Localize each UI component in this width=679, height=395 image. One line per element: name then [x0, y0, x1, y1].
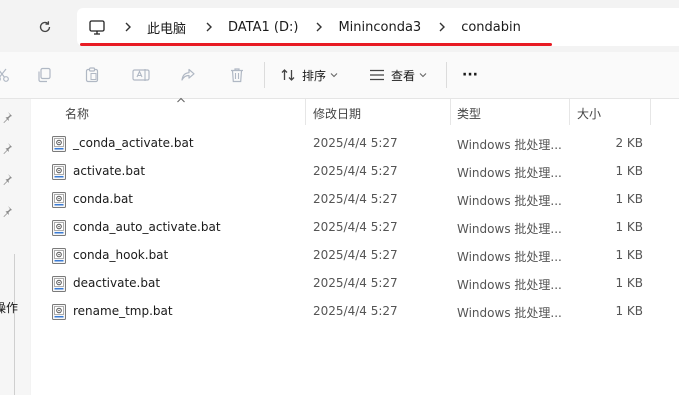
file-type: Windows 批处理...	[457, 194, 562, 208]
file-size: 1 KB	[615, 220, 643, 234]
column-header-type[interactable]: 类型	[457, 105, 481, 122]
title-bar: 此电脑 DATA1 (D:) Mininconda3 condabin	[0, 0, 679, 52]
column-divider[interactable]	[569, 99, 570, 125]
red-underline-annotation	[80, 43, 552, 46]
table-row[interactable]: deactivate.bat 2025/4/4 5:27 Windows 批处理…	[31, 270, 679, 298]
view-label: 查看	[391, 68, 416, 83]
breadcrumb-drive[interactable]: DATA1 (D:)	[226, 20, 300, 35]
column-divider[interactable]	[305, 99, 306, 125]
batch-file-icon	[52, 164, 66, 180]
batch-file-icon	[52, 248, 66, 264]
file-name[interactable]: rename_tmp.bat	[73, 304, 173, 318]
breadcrumb-folder[interactable]: Mininconda3	[336, 20, 423, 35]
column-header-date[interactable]: 修改日期	[313, 105, 361, 122]
file-size: 2 KB	[615, 136, 643, 150]
computer-icon[interactable]	[89, 19, 105, 35]
view-button[interactable]: 查看	[369, 63, 427, 87]
column-divider[interactable]	[450, 99, 451, 125]
toolbar-divider	[446, 62, 447, 88]
batch-file-icon	[52, 304, 66, 320]
cut-icon[interactable]	[0, 65, 12, 85]
file-type: Windows 批处理...	[457, 278, 562, 292]
chevron-right-icon[interactable]	[117, 22, 139, 32]
file-type: Windows 批处理...	[457, 222, 562, 236]
sort-button[interactable]: 排序	[280, 63, 338, 87]
batch-file-icon	[52, 220, 66, 236]
file-name[interactable]: conda.bat	[73, 192, 133, 206]
file-name[interactable]: _conda_activate.bat	[73, 136, 194, 150]
column-header-name[interactable]: 名称	[65, 105, 89, 122]
navigation-pane[interactable]: 操作	[0, 99, 30, 395]
file-date: 2025/4/4 5:27	[313, 248, 398, 262]
file-size: 1 KB	[615, 192, 643, 206]
file-date: 2025/4/4 5:27	[313, 164, 398, 178]
batch-file-icon	[52, 276, 66, 292]
file-date: 2025/4/4 5:27	[313, 136, 398, 150]
paste-icon[interactable]	[82, 65, 102, 85]
file-size: 1 KB	[615, 248, 643, 262]
command-bar: 排序 查看 ···	[0, 52, 679, 99]
pin-icon[interactable]	[1, 142, 13, 154]
table-row[interactable]: conda.bat 2025/4/4 5:27 Windows 批处理... 1…	[31, 186, 679, 214]
table-row[interactable]: activate.bat 2025/4/4 5:27 Windows 批处理..…	[31, 158, 679, 186]
batch-file-icon	[52, 136, 66, 152]
file-name[interactable]: conda_auto_activate.bat	[73, 220, 221, 234]
copy-icon[interactable]	[34, 65, 54, 85]
file-date: 2025/4/4 5:27	[313, 276, 398, 290]
file-date: 2025/4/4 5:27	[313, 192, 398, 206]
file-date: 2025/4/4 5:27	[313, 304, 398, 318]
pin-icon[interactable]	[1, 173, 13, 185]
file-name[interactable]: activate.bat	[73, 164, 145, 178]
file-type: Windows 批处理...	[457, 250, 562, 264]
file-type: Windows 批处理...	[457, 166, 562, 180]
table-row[interactable]: _conda_activate.bat 2025/4/4 5:27 Window…	[31, 130, 679, 158]
column-header-size[interactable]: 大小	[577, 105, 601, 122]
address-bar[interactable]: 此电脑 DATA1 (D:) Mininconda3 condabin	[77, 8, 679, 46]
nav-pane-divider	[14, 254, 15, 395]
delete-icon[interactable]	[227, 65, 247, 85]
file-size: 1 KB	[615, 304, 643, 318]
more-options-label: ···	[462, 67, 478, 83]
chevron-right-icon[interactable]	[198, 22, 220, 32]
view-icon	[370, 69, 384, 81]
file-size: 1 KB	[615, 276, 643, 290]
share-icon[interactable]	[178, 65, 198, 85]
nav-item-label[interactable]: 操作	[0, 299, 18, 316]
column-header-row: 名称 修改日期 类型 大小	[31, 99, 679, 125]
chevron-down-icon	[419, 73, 427, 78]
file-list[interactable]: 名称 修改日期 类型 大小 _conda_activate.bat 2025/4…	[31, 97, 679, 395]
file-type: Windows 批处理...	[457, 138, 562, 152]
sort-icon	[281, 69, 295, 81]
rename-icon[interactable]	[131, 65, 151, 85]
sort-label: 排序	[302, 68, 327, 83]
file-name[interactable]: conda_hook.bat	[73, 248, 168, 262]
file-type: Windows 批处理...	[457, 306, 562, 320]
column-divider[interactable]	[650, 99, 651, 125]
pin-icon[interactable]	[1, 205, 13, 217]
toolbar-divider	[264, 62, 265, 88]
batch-file-icon	[52, 192, 66, 208]
more-options-button[interactable]: ···	[462, 63, 478, 87]
pin-icon[interactable]	[1, 111, 13, 123]
file-size: 1 KB	[615, 164, 643, 178]
table-row[interactable]: conda_auto_activate.bat 2025/4/4 5:27 Wi…	[31, 214, 679, 242]
breadcrumb-current-folder[interactable]: condabin	[459, 20, 523, 35]
chevron-down-icon	[330, 73, 338, 78]
refresh-icon[interactable]	[35, 17, 55, 37]
chevron-right-icon[interactable]	[431, 22, 453, 32]
table-row[interactable]: rename_tmp.bat 2025/4/4 5:27 Windows 批处理…	[31, 298, 679, 326]
table-row[interactable]: conda_hook.bat 2025/4/4 5:27 Windows 批处理…	[31, 242, 679, 270]
breadcrumb-this-pc[interactable]: 此电脑	[145, 18, 188, 37]
file-name[interactable]: deactivate.bat	[73, 276, 160, 290]
file-date: 2025/4/4 5:27	[313, 220, 398, 234]
chevron-right-icon[interactable]	[308, 22, 330, 32]
